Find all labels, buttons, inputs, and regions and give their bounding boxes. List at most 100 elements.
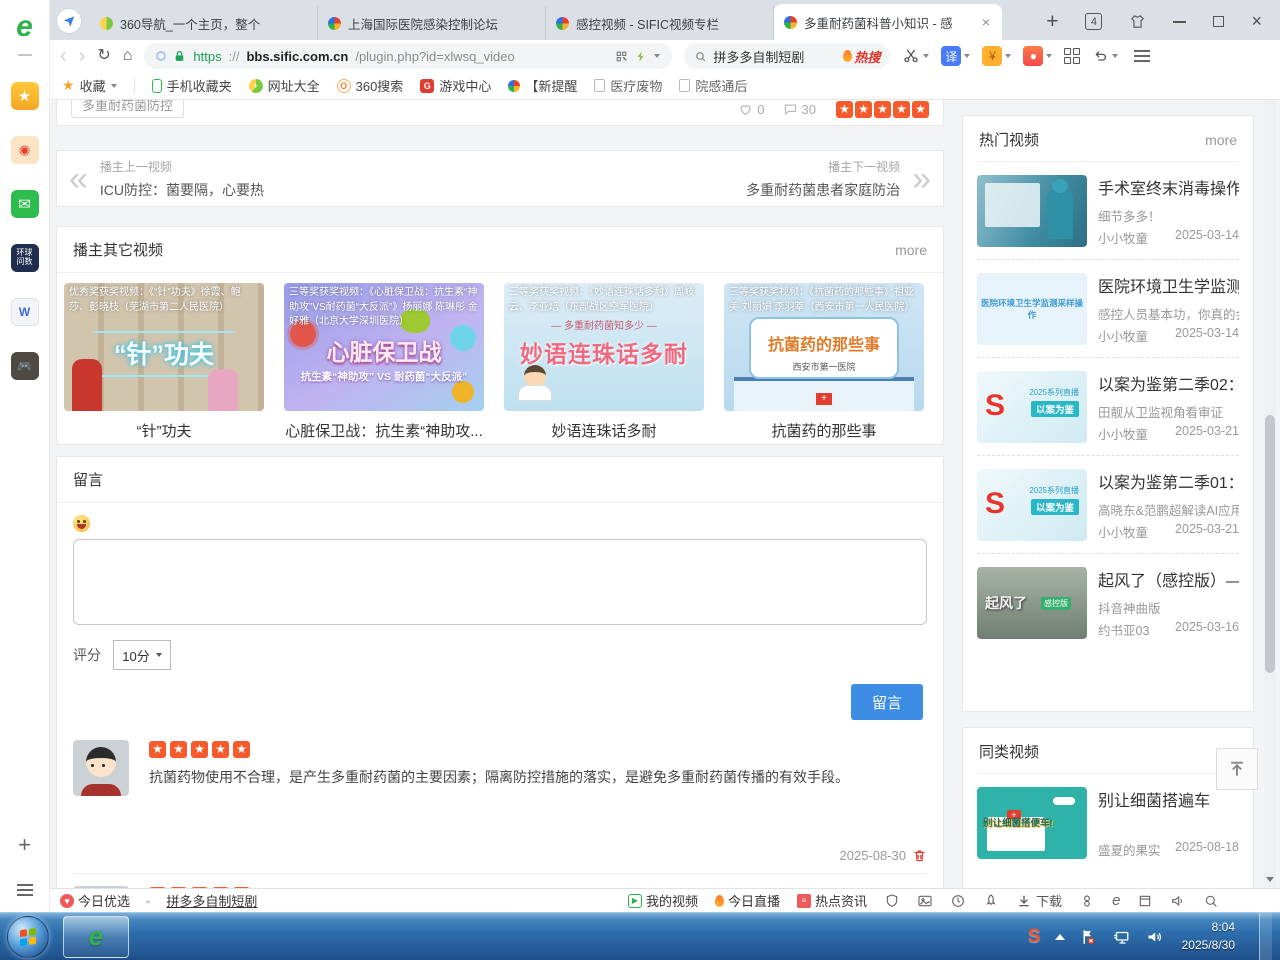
submit-comment-button[interactable]: 留言: [851, 684, 923, 720]
author[interactable]: 盛夏的果实: [1098, 840, 1161, 859]
more-link[interactable]: more: [895, 242, 927, 258]
history-clock-icon[interactable]: [950, 893, 966, 909]
action-center-flag-icon[interactable]: [1079, 928, 1097, 946]
avatar[interactable]: [73, 740, 129, 796]
bookmark-new-notice[interactable]: 【新提醒: [508, 76, 577, 95]
game-app-icon[interactable]: 🎮: [11, 352, 39, 380]
video-item[interactable]: 优秀奖获奖视频：《“针”功夫》徐霞、鲍莎、彭晓枝（芜湖市第二人民医院） “针”功…: [64, 283, 264, 441]
app-list-icon[interactable]: [17, 884, 33, 896]
video-title[interactable]: 抗菌药的那些事: [724, 420, 924, 441]
strip-collapse-handle[interactable]: [18, 54, 32, 56]
author[interactable]: 小小牧童: [1098, 228, 1148, 247]
page-scrollbar[interactable]: [1264, 100, 1276, 888]
refresh-button[interactable]: ↻: [97, 48, 110, 64]
search-box[interactable]: 拼多多自制短剧 热搜: [684, 43, 890, 69]
word-doc-app-icon[interactable]: W: [11, 298, 39, 326]
network-tray-icon[interactable]: [1111, 928, 1131, 946]
add-app-icon[interactable]: +: [18, 832, 31, 858]
next-video-icon[interactable]: »: [912, 162, 931, 196]
wallet-button[interactable]: ¥: [982, 46, 1011, 66]
author[interactable]: 约书亚03: [1098, 620, 1149, 639]
nav-send-icon[interactable]: [56, 8, 82, 34]
hot-video-item[interactable]: 起风了感控版 起风了（感控版）—... 抖音神曲版 约书亚032025-03-1…: [977, 554, 1239, 651]
video-title[interactable]: 妙语连珠话多耐: [504, 420, 704, 441]
back-button[interactable]: ‹: [60, 46, 67, 66]
recently-closed-button[interactable]: [1092, 48, 1118, 65]
similar-video-item[interactable]: 别让细菌搭便车! + 别让细菌搭遍车 盛夏的果实2025-08-18: [977, 774, 1239, 871]
comment-textarea[interactable]: [73, 539, 927, 625]
show-desktop-button[interactable]: [1259, 913, 1272, 960]
my-videos-link[interactable]: ▶我的视频: [628, 891, 698, 910]
scrollbar-thumb[interactable]: [1265, 415, 1275, 673]
mute-speaker-icon[interactable]: [1170, 893, 1186, 909]
forward-button[interactable]: ›: [79, 46, 86, 66]
scrollbar-down-arrow[interactable]: [1266, 877, 1274, 882]
bookmark-medical-waste[interactable]: 医疗废物: [594, 76, 662, 95]
mail-app-icon[interactable]: ✉: [11, 190, 39, 218]
hot-video-item[interactable]: S2025系列直播以案为鉴 以案为鉴第二季01：... 高晓东&范鹏超解读AI应…: [977, 456, 1239, 554]
address-bar[interactable]: https://bbs.sific.com.cn/plugin.php?id=x…: [144, 43, 672, 69]
find-on-page-icon[interactable]: [1203, 893, 1219, 909]
home-button[interactable]: ⌂: [123, 48, 133, 64]
qr-code-icon[interactable]: [615, 50, 628, 63]
video-item[interactable]: 三等奖获奖视频：《心脏保卫战：抗生素“神助攻”VS耐药菌“大反派”》杨丽娜 陈琳…: [284, 283, 484, 441]
minimize-button[interactable]: [1173, 21, 1186, 23]
bookmark-infection-notice[interactable]: 院感通后: [679, 76, 747, 95]
prev-video-icon[interactable]: «: [69, 162, 88, 196]
tab-video-column[interactable]: 感控视频 - SIFIC视频专栏: [546, 6, 774, 40]
link-loop-icon[interactable]: [1079, 893, 1095, 909]
hot-search-button[interactable]: 热搜: [843, 47, 880, 66]
bookmark-game-center[interactable]: G游戏中心: [420, 76, 491, 95]
start-button[interactable]: [7, 916, 49, 958]
tab-current-video[interactable]: 多重耐药菌科普小知识 - 感 ×: [774, 4, 1002, 40]
author[interactable]: 小小牧童: [1098, 326, 1148, 345]
taskbar-360-browser-button[interactable]: e: [63, 916, 129, 958]
hot-video-item[interactable]: 医院环境卫生学监测采样操作 医院环境卫生学监测... 感控人员基本功，你真的会采…: [977, 260, 1239, 358]
drama-link[interactable]: 拼多多自制短剧: [166, 891, 257, 910]
menu-icon[interactable]: [1134, 50, 1150, 62]
delete-trash-icon[interactable]: [912, 848, 927, 863]
favorites-app-icon[interactable]: ★: [11, 82, 39, 110]
like-count[interactable]: 0: [738, 102, 764, 117]
bookmark-site-index[interactable]: +网址大全: [249, 76, 320, 95]
download-button[interactable]: 下载: [1016, 891, 1062, 910]
live-today-link[interactable]: 今日直播: [715, 891, 780, 910]
snapshot-icon[interactable]: [917, 893, 933, 909]
prev-video-link[interactable]: 播主上一视频 ICU防控：菌要隔，心要热: [100, 158, 264, 200]
author[interactable]: 小小牧童: [1098, 522, 1148, 541]
tab-close-icon[interactable]: ×: [980, 14, 992, 30]
skin-theme-icon[interactable]: [1129, 13, 1146, 30]
reader-mode-icon[interactable]: [156, 51, 166, 61]
video-item[interactable]: 三等奖获奖视频：《妙语连珠话多耐》周岐云、李亚培（东部战区空军医院） — 多重耐…: [504, 283, 704, 441]
video-tag[interactable]: 多重耐药菌防控: [71, 100, 184, 118]
screenshot-tool-button[interactable]: [902, 47, 929, 65]
ie-mode-icon[interactable]: e: [1112, 892, 1120, 909]
video-rating-stars[interactable]: [834, 101, 929, 118]
back-to-top-button[interactable]: [1216, 748, 1258, 790]
taskbar-clock[interactable]: 8:04 2025/8/30: [1182, 919, 1235, 954]
weibo-app-icon[interactable]: ◉: [11, 136, 39, 164]
next-video-link[interactable]: 播主下一视频 多重耐药菌患者家庭防治: [746, 158, 900, 200]
bookmark-favorites[interactable]: ★收藏: [62, 76, 117, 95]
video-item[interactable]: 三等奖获奖视频：《抗菌药的那些事》祖亚美 刘丽娟 李羽莘（西安市第一人民医院） …: [724, 283, 924, 441]
hot-news-link[interactable]: ≡热点资讯: [797, 891, 867, 910]
author[interactable]: 小小牧童: [1098, 424, 1148, 443]
bookmark-360-search[interactable]: O360搜索: [337, 76, 404, 95]
game-box-button[interactable]: ●: [1023, 46, 1052, 66]
daily-picks-link[interactable]: ♥今日优选: [60, 891, 130, 910]
window-layout-icon[interactable]: [1137, 893, 1153, 909]
new-tab-button[interactable]: +: [1046, 12, 1058, 32]
collapse-chevron-icon[interactable]: ⌄: [144, 895, 152, 906]
window-close-button[interactable]: ×: [1251, 11, 1262, 32]
translate-button[interactable]: 译: [941, 46, 970, 66]
rating-select[interactable]: 10分: [113, 640, 171, 670]
sogou-tray-icon[interactable]: S: [1028, 926, 1041, 948]
accelerate-icon[interactable]: [635, 50, 647, 63]
hot-video-item[interactable]: S2025系列直播以案为鉴 以案为鉴第二季02：... 田靓从卫监视角看审证 小…: [977, 358, 1239, 456]
huanqiu-app-icon[interactable]: 环球问数: [11, 244, 39, 272]
tab-count-badge[interactable]: 4: [1085, 13, 1102, 30]
tab-sific-forum[interactable]: 上海国际医院感染控制论坛: [318, 6, 546, 40]
more-link[interactable]: more: [1205, 132, 1237, 148]
emoji-picker-icon[interactable]: [73, 515, 90, 532]
extensions-grid-icon[interactable]: [1064, 48, 1080, 64]
